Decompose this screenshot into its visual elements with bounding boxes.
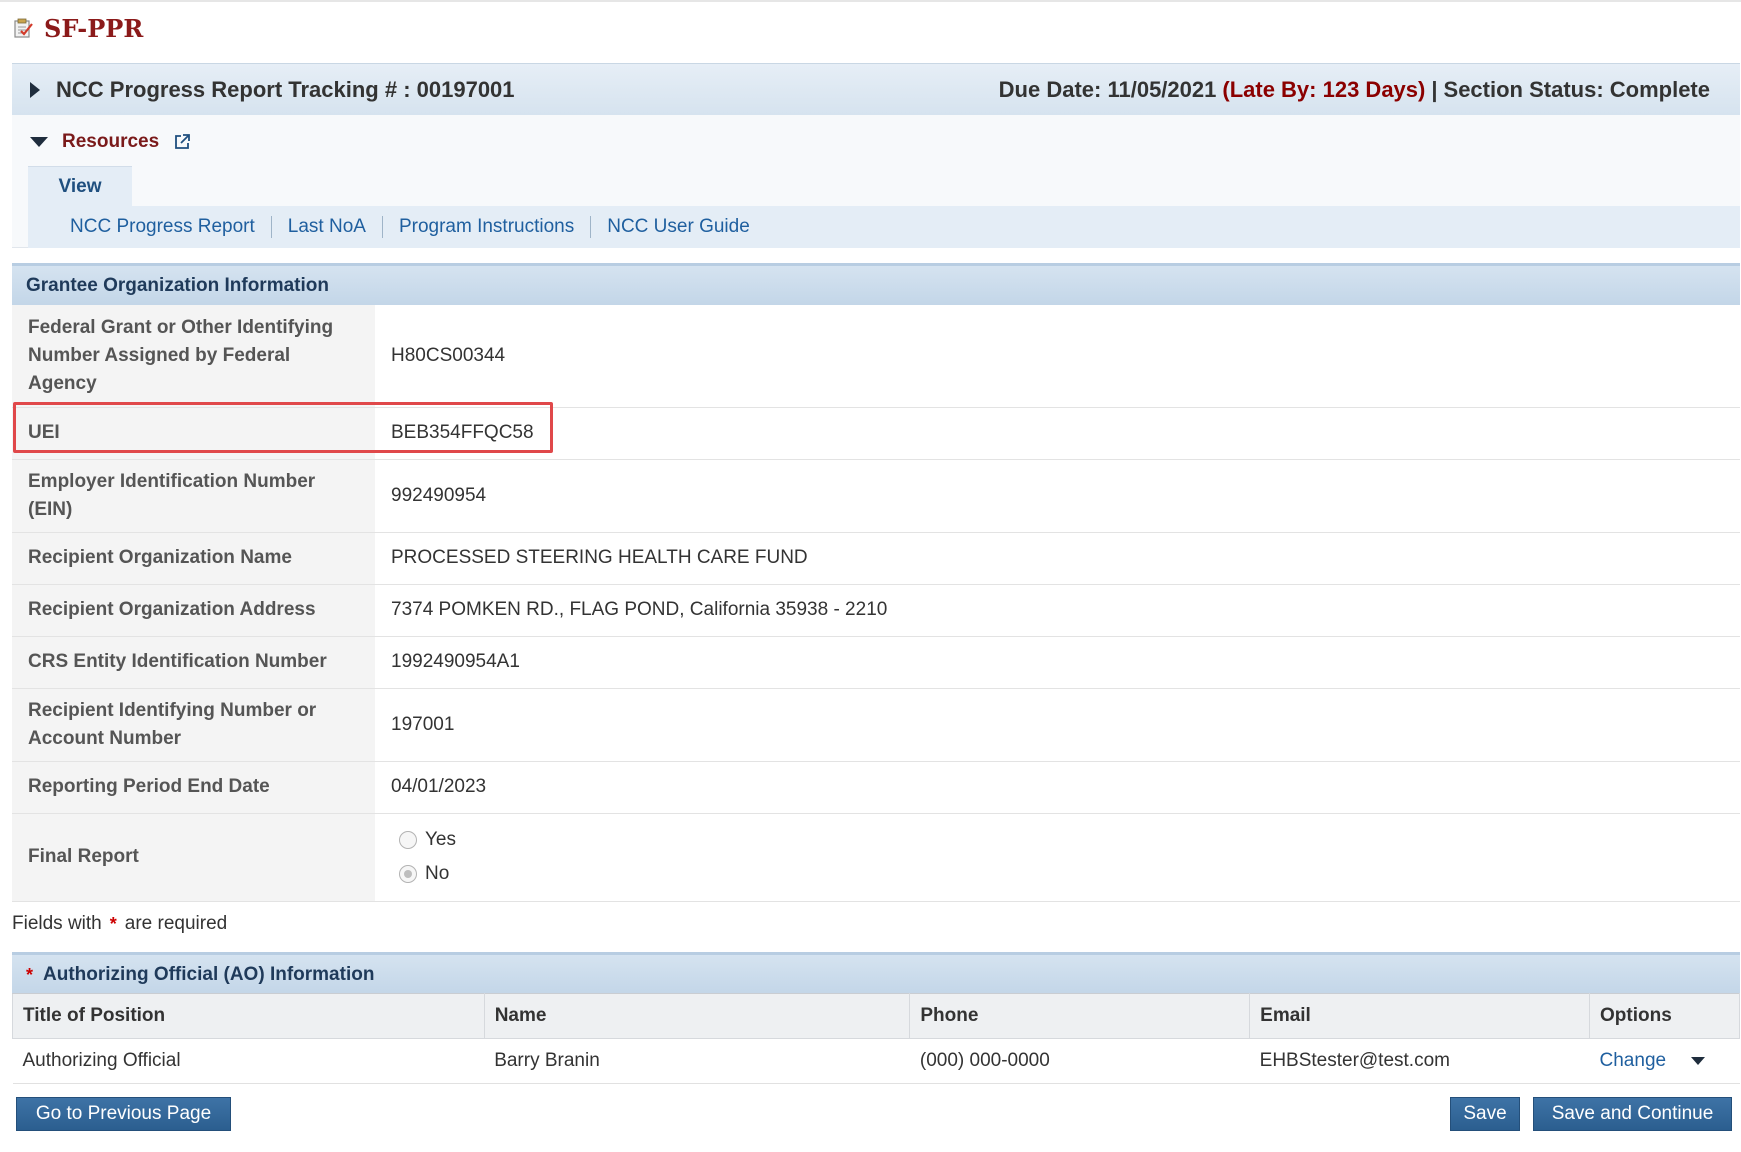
radio-option-no[interactable]: No xyxy=(391,857,1724,891)
row-label: Recipient Organization Address xyxy=(12,584,375,637)
change-link[interactable]: Change xyxy=(1600,1050,1667,1071)
table-row: Recipient Identifying Number or Account … xyxy=(12,688,1740,762)
ao-email: EHBStester@test.com xyxy=(1249,1038,1590,1084)
resources-panel: Resources View NCC Progress Report Last … xyxy=(12,115,1740,248)
tracking-bar: NCC Progress Report Tracking # : 0019700… xyxy=(12,63,1740,115)
grantee-section-title: Grantee Organization Information xyxy=(26,274,329,296)
table-row: Authorizing Official Barry Branin (000) … xyxy=(12,1038,1740,1084)
table-row: UEI BEB354FFQC58 xyxy=(12,407,1740,460)
report-icon xyxy=(14,18,33,38)
page-header: SF-PPR xyxy=(12,12,143,44)
final-report-options: Yes No xyxy=(375,813,1740,902)
row-label: Reporting Period End Date xyxy=(12,761,375,814)
row-value: 1992490954A1 xyxy=(375,636,1740,689)
due-date: Due Date: 11/05/2021 xyxy=(998,76,1217,102)
table-row: Recipient Organization Address 7374 POMK… xyxy=(12,584,1740,637)
row-value: 04/01/2023 xyxy=(375,761,1740,814)
table-row: Final Report Yes No xyxy=(12,813,1740,902)
radio-no-label: No xyxy=(425,863,450,884)
col-email: Email xyxy=(1249,993,1591,1039)
ao-name: Barry Branin xyxy=(484,1038,910,1084)
table-row: Federal Grant or Other Identifying Numbe… xyxy=(12,305,1740,408)
row-value: 7374 POMKEN RD., FLAG POND, California 3… xyxy=(375,584,1740,637)
tab-view[interactable]: View xyxy=(28,166,132,206)
radio-option-yes[interactable]: Yes xyxy=(391,823,1724,857)
col-title-of-position: Title of Position xyxy=(12,993,485,1039)
resources-toggle[interactable]: Resources xyxy=(30,127,191,157)
external-link-icon[interactable] xyxy=(173,133,191,151)
ao-phone: (000) 000-0000 xyxy=(909,1038,1250,1084)
required-note-suffix: are required xyxy=(124,913,228,934)
row-label: Recipient Organization Name xyxy=(12,532,375,585)
link-program-instructions[interactable]: Program Instructions xyxy=(381,216,590,238)
row-label: Recipient Identifying Number or Account … xyxy=(12,688,375,762)
tracking-status: Due Date: 11/05/2021 (Late By: 123 Days)… xyxy=(999,77,1710,103)
radio-yes-label: Yes xyxy=(425,829,456,850)
expand-caret-icon[interactable] xyxy=(30,81,40,98)
ao-table: Title of Position Name Phone Email Optio… xyxy=(12,993,1740,1084)
row-label: Employer Identification Number (EIN) xyxy=(12,459,375,533)
ao-section-header: * Authorizing Official (AO) Information xyxy=(12,952,1740,994)
final-report-label: Final Report xyxy=(12,813,375,902)
grantee-info-table: Federal Grant or Other Identifying Numbe… xyxy=(12,305,1740,902)
link-last-noa[interactable]: Last NoA xyxy=(270,216,382,238)
row-value: PROCESSED STEERING HEALTH CARE FUND xyxy=(375,532,1740,585)
required-fields-note: Fields with * are required xyxy=(12,913,227,935)
table-row: Employer Identification Number (EIN) 992… xyxy=(12,459,1740,533)
row-value: BEB354FFQC58 xyxy=(375,407,1740,460)
table-row: CRS Entity Identification Number 1992490… xyxy=(12,636,1740,689)
row-label: UEI xyxy=(12,407,375,460)
resource-links: NCC Progress Report Last NoA Program Ins… xyxy=(28,206,1740,248)
section-status: Section Status: Complete xyxy=(1443,76,1710,102)
col-options: Options xyxy=(1589,993,1740,1039)
link-ncc-user-guide[interactable]: NCC User Guide xyxy=(590,216,766,238)
required-note-prefix: Fields with xyxy=(12,913,102,934)
save-button[interactable]: Save xyxy=(1450,1097,1520,1131)
row-value: 197001 xyxy=(375,688,1740,762)
page-title: SF-PPR xyxy=(44,13,144,43)
row-value: H80CS00344 xyxy=(375,305,1740,408)
table-row: Recipient Organization Name PROCESSED ST… xyxy=(12,532,1740,585)
grantee-section-header: Grantee Organization Information xyxy=(12,263,1740,305)
col-phone: Phone xyxy=(909,993,1251,1039)
ao-title: Authorizing Official xyxy=(12,1038,485,1084)
row-label: CRS Entity Identification Number xyxy=(12,636,375,689)
link-ncc-progress-report[interactable]: NCC Progress Report xyxy=(58,216,271,238)
ao-options: Change xyxy=(1589,1038,1740,1084)
save-and-continue-button[interactable]: Save and Continue xyxy=(1533,1097,1732,1131)
tracking-title: NCC Progress Report Tracking # : 0019700… xyxy=(56,76,515,102)
table-row: Reporting Period End Date 04/01/2023 xyxy=(12,761,1740,814)
radio-yes[interactable] xyxy=(399,831,417,849)
top-rule xyxy=(0,0,1741,2)
required-star-icon: * xyxy=(26,964,34,985)
collapse-caret-icon[interactable] xyxy=(30,137,48,147)
resources-label[interactable]: Resources xyxy=(62,131,159,153)
row-label: Federal Grant or Other Identifying Numbe… xyxy=(12,305,375,408)
late-by: (Late By: 123 Days) xyxy=(1222,76,1426,102)
ao-section-title: Authorizing Official (AO) Information xyxy=(43,963,375,985)
row-value: 992490954 xyxy=(375,459,1740,533)
col-name: Name xyxy=(483,993,911,1039)
required-star-icon: * xyxy=(109,914,117,934)
options-dropdown-icon[interactable] xyxy=(1691,1056,1706,1065)
status-separator: | xyxy=(1431,76,1438,102)
table-header-row: Title of Position Name Phone Email Optio… xyxy=(12,993,1740,1039)
radio-no[interactable] xyxy=(399,865,417,883)
previous-page-button[interactable]: Go to Previous Page xyxy=(16,1097,231,1131)
